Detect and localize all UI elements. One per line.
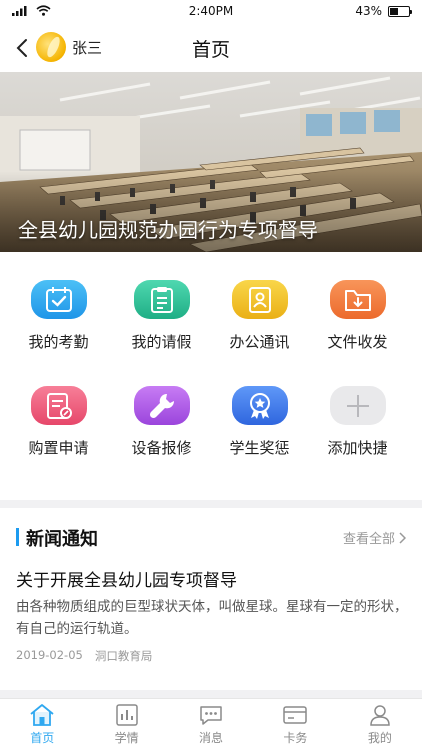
- back-button[interactable]: [10, 34, 34, 62]
- section-divider: [0, 690, 422, 698]
- user-name: 张三: [72, 38, 103, 57]
- bottom-tab-bar: 首页 学情 消息 卡务 我的: [0, 698, 422, 750]
- news-item-title: 关于开展全县幼儿园专项督导: [16, 571, 237, 591]
- quick-action-label: 购置申请: [28, 439, 89, 457]
- attendance-check-icon: [30, 280, 87, 319]
- leave-clipboard-icon: [133, 280, 190, 319]
- chart-icon: [115, 704, 138, 726]
- chevron-left-icon: [16, 39, 27, 57]
- medal-star-icon: [231, 386, 288, 425]
- plus-icon: [329, 386, 386, 425]
- card-icon: [283, 706, 308, 724]
- quick-action-label: 设备报修: [131, 439, 192, 457]
- quick-action-label: 办公通讯: [229, 333, 290, 351]
- tab-label: 卡务: [283, 731, 308, 745]
- news-item[interactable]: 关于开展全县幼儿园专项督导 由各种物质组成的巨型球状天体，叫做星球。星球有一定的…: [0, 564, 422, 684]
- news-item-meta: 2019-02-05 洞口教育局: [16, 648, 152, 664]
- quick-action-label: 学生奖惩: [229, 439, 290, 457]
- news-item-date: 2019-02-05: [16, 648, 83, 662]
- news-item-source: 洞口教育局: [94, 649, 153, 663]
- contacts-book-icon: [231, 280, 288, 319]
- avatar: [36, 32, 66, 62]
- tab-profile[interactable]: 我的: [338, 699, 422, 750]
- news-item-summary: 由各种物质组成的巨型球状天体，叫做星球。星球有一定的形状，有自己的运行轨道。: [16, 599, 408, 637]
- tab-label: 我的: [367, 731, 392, 745]
- quick-action-attendance[interactable]: 我的考勤: [6, 252, 111, 352]
- section-accent-bar: [16, 528, 19, 546]
- quick-action-label: 我的考勤: [28, 333, 89, 351]
- view-all-label: 查看全部: [342, 532, 395, 547]
- news-header: 新闻通知 查看全部: [0, 508, 422, 564]
- banner-caption: 全县幼儿园规范办园行为专项督导: [18, 218, 318, 242]
- tab-label: 学情: [114, 731, 139, 745]
- file-folder-icon: [329, 280, 386, 319]
- chevron-right-icon: [399, 531, 406, 544]
- news-section-title: 新闻通知: [26, 529, 98, 550]
- quick-action-repair[interactable]: 设备报修: [109, 358, 214, 458]
- quick-action-purchase[interactable]: 购置申请: [6, 358, 111, 458]
- view-all-link[interactable]: 查看全部: [343, 528, 406, 547]
- tab-home[interactable]: 首页: [0, 699, 84, 750]
- wrench-icon: [133, 386, 190, 425]
- quick-action-label: 文件收发: [327, 333, 388, 351]
- tab-label: 首页: [30, 731, 55, 745]
- quick-action-files[interactable]: 文件收发: [305, 252, 410, 352]
- quick-action-contacts[interactable]: 办公通讯: [207, 252, 312, 352]
- message-icon: [200, 706, 222, 725]
- tab-study[interactable]: 学情: [84, 699, 168, 750]
- quick-action-label: 我的请假: [131, 333, 192, 351]
- banner-carousel[interactable]: 全县幼儿园规范办园行为专项督导: [0, 72, 422, 252]
- status-bar: 2:40PM 43%: [0, 0, 422, 24]
- tab-card[interactable]: 卡务: [253, 699, 337, 750]
- tab-messages[interactable]: 消息: [169, 699, 253, 750]
- section-divider: [0, 500, 422, 508]
- user-profile[interactable]: 张三: [36, 32, 102, 62]
- quick-actions-grid: 我的考勤 我的请假 办公通讯 文件收发 购置申请 设备报修 学生奖惩 添加快捷: [0, 252, 422, 500]
- profile-icon: [370, 705, 390, 726]
- quick-action-label: 添加快捷: [327, 439, 388, 457]
- quick-action-leave[interactable]: 我的请假: [109, 252, 214, 352]
- purchase-form-icon: [30, 386, 87, 425]
- battery-icon: [388, 5, 412, 17]
- quick-action-add[interactable]: 添加快捷: [305, 358, 410, 458]
- home-icon: [30, 704, 54, 726]
- battery-percent: 43%: [355, 4, 382, 18]
- tab-label: 消息: [199, 731, 224, 745]
- quick-action-rewards[interactable]: 学生奖惩: [207, 358, 312, 458]
- home-screen: 2:40PM 43% 张三 首页 全县幼儿园规范办园行为专项督导 我的考勤 我的…: [0, 0, 422, 750]
- nav-bar: 张三 首页: [0, 24, 422, 72]
